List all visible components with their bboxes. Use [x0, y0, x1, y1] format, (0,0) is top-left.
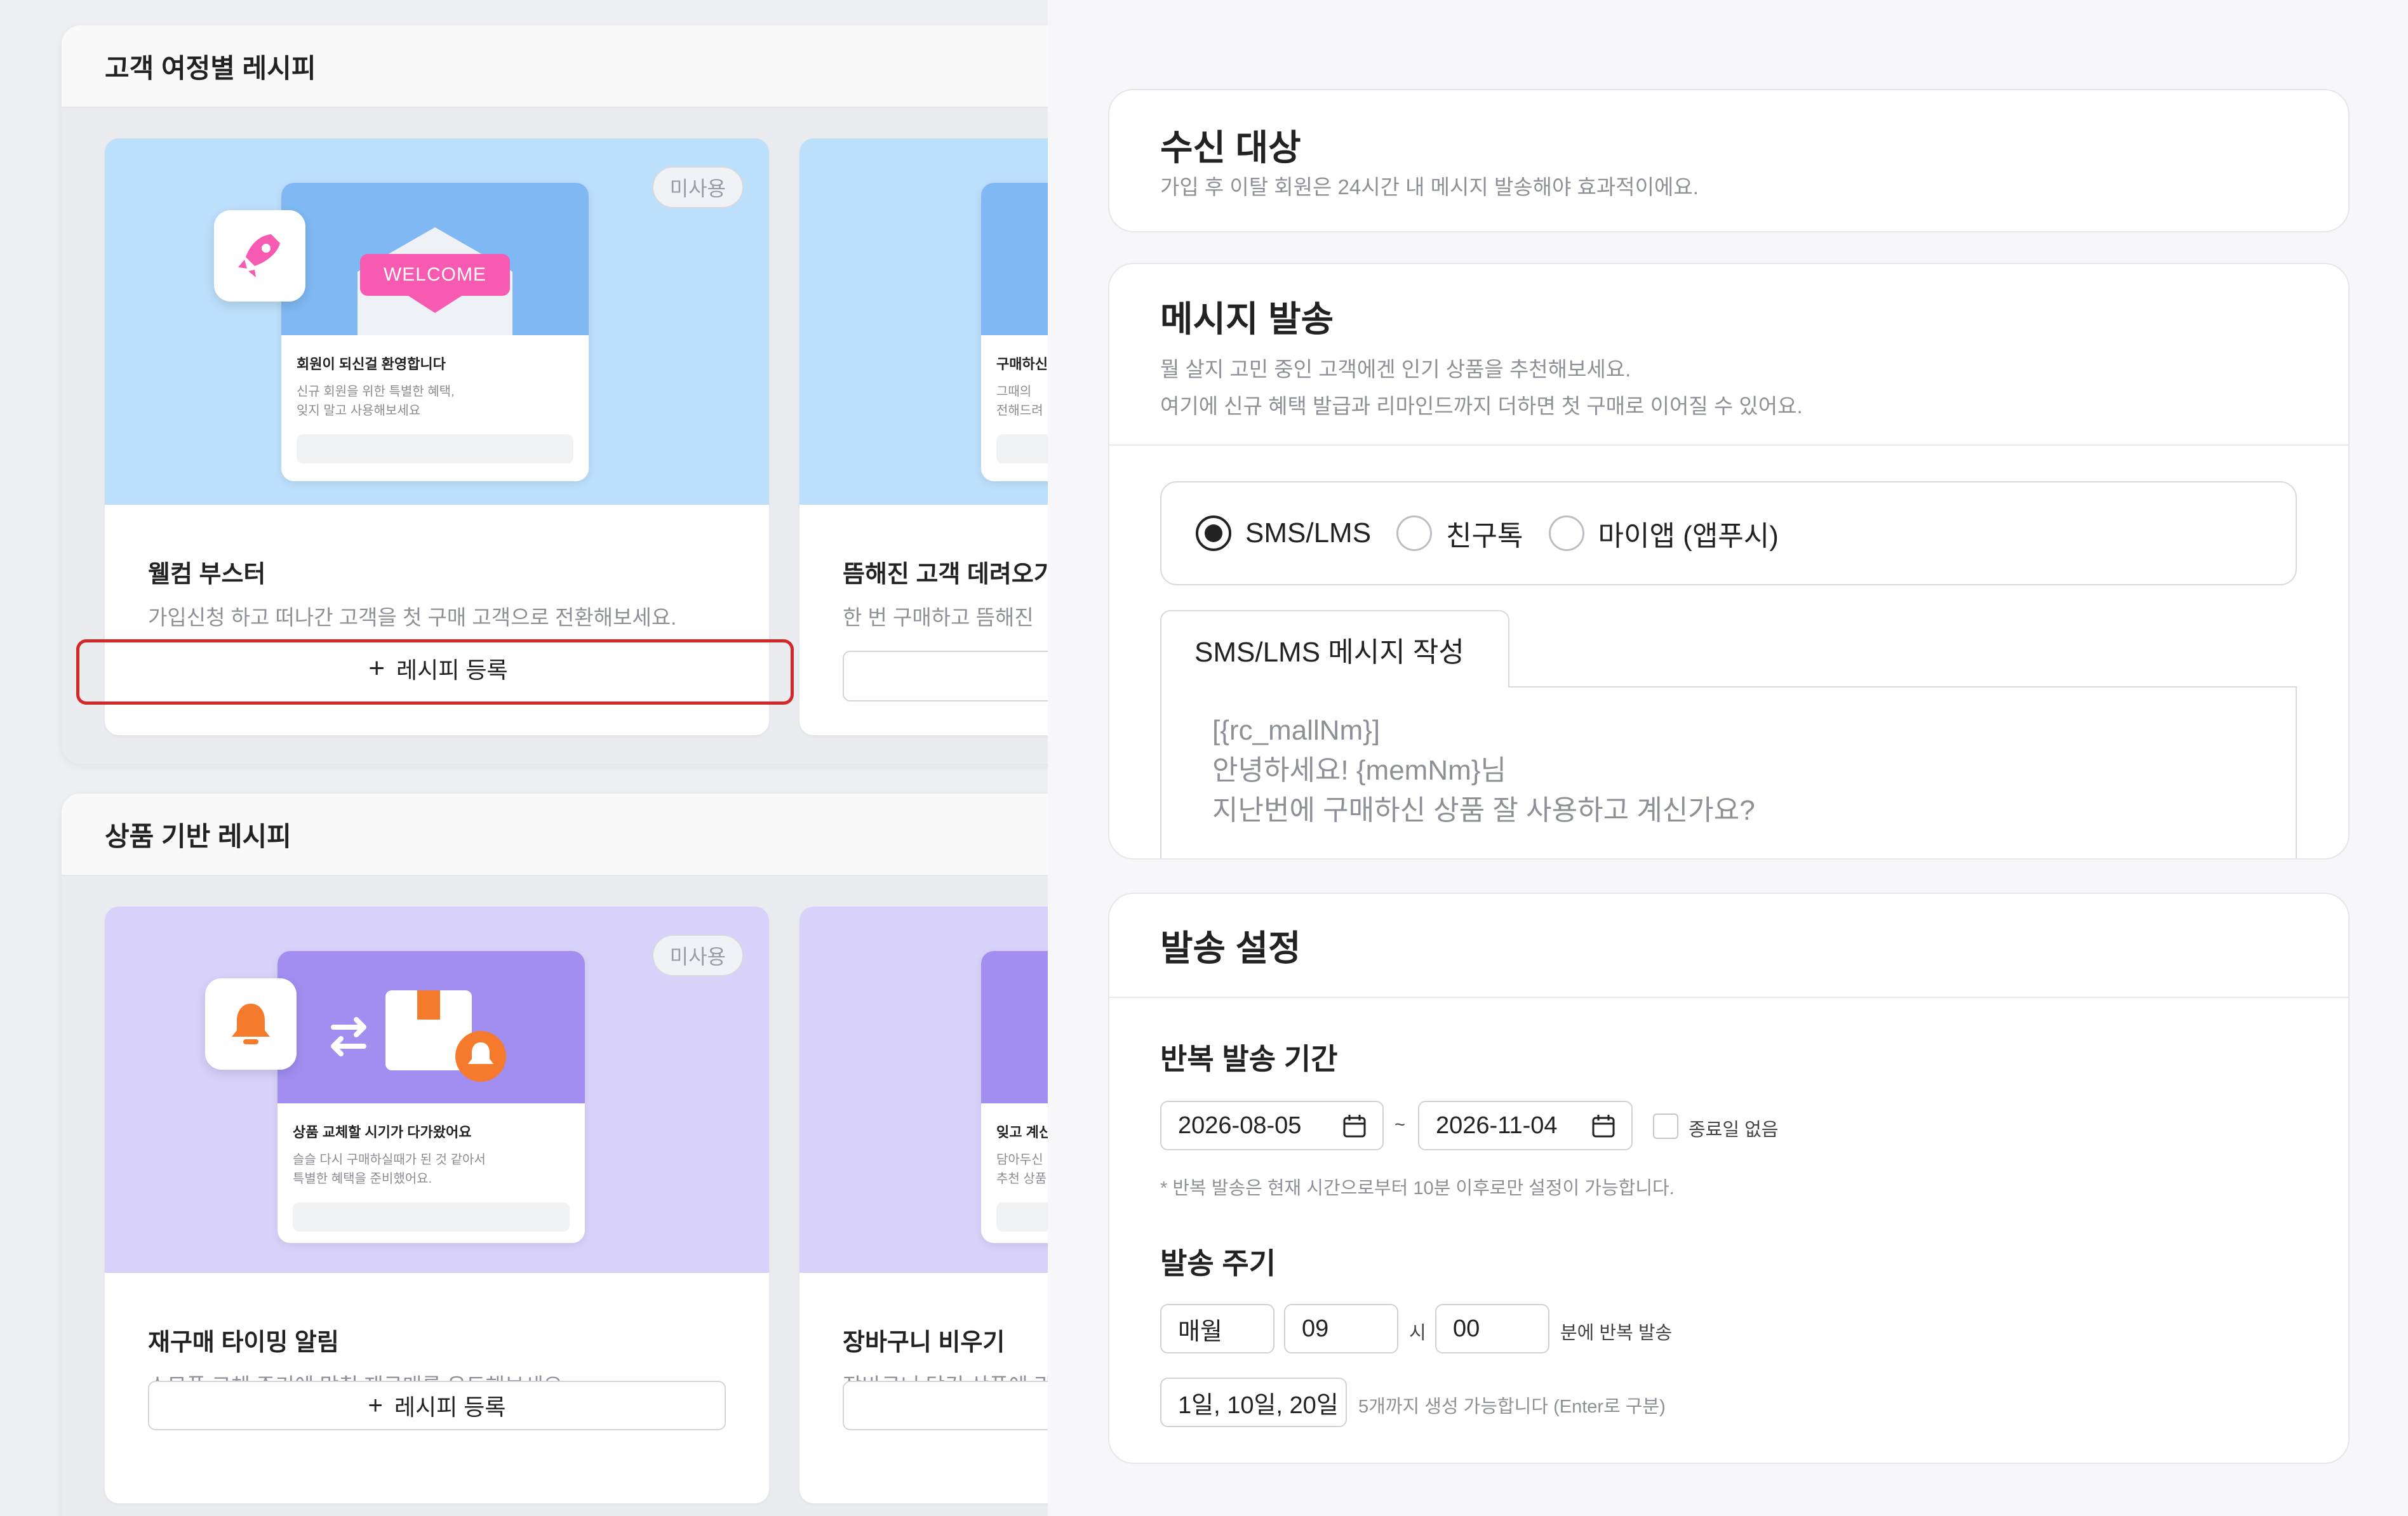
- panel-title: 메시지 발송: [1160, 299, 1334, 339]
- period-note: * 반복 발송은 현재 시간으로부터 10분 이후로만 설정이 가능합니다.: [1160, 1178, 1675, 1199]
- no-end-date-checkbox[interactable]: [1653, 1114, 1678, 1139]
- minute-input[interactable]: 00: [1435, 1304, 1549, 1353]
- mock-button-placeholder: [996, 1202, 1048, 1232]
- recipient-panel: 수신 대상 가입 후 이탈 회원은 24시간 내 메시지 발송해야 효과적이에요…: [1108, 89, 2350, 232]
- card-illustration: 잊고 계신 담아두신 추천 상품: [799, 907, 1048, 1273]
- mock-line: 특별한 혜택을 준비했어요.: [293, 1172, 432, 1186]
- mock-line: 슬슬 다시 구매하실때가 된 것 같아서: [293, 1153, 486, 1167]
- radio-selected-icon: [1196, 515, 1231, 551]
- mock-line: 잊지 말고 사용해보세요: [297, 404, 421, 418]
- recipe-settings-panel: 수신 대상 가입 후 이탈 회원은 24시간 내 메시지 발송해야 효과적이에요…: [1048, 0, 2408, 1516]
- card-illustration: 미사용: [105, 138, 769, 505]
- tab-sms-compose[interactable]: SMS/LMS 메시지 작성: [1160, 610, 1509, 688]
- message-preview-mock: 구매하신 그때의 전해드려: [981, 183, 1048, 481]
- message-preview-mock: 잊고 계신 담아두신 추천 상품: [981, 951, 1048, 1243]
- channel-radio-group: SMS/LMS 친구톡 마이앱 (앱푸시): [1160, 481, 2297, 585]
- mock-button-placeholder: [297, 434, 573, 463]
- message-preview-mock: WELCOME 회원이 되신걸 환영합니다 신규 회원을 위한 특별한 혜택, …: [281, 183, 589, 481]
- radio-unselected-icon: [1548, 515, 1584, 551]
- calendar-icon[interactable]: [1342, 1114, 1367, 1139]
- repeat-period-label: 반복 발송 기간: [1160, 1042, 1338, 1075]
- send-days-hint: 5개까지 생성 가능합니다 (Enter로 구분): [1358, 1397, 1666, 1417]
- message-panel: 메시지 발송 뭘 살지 고민 중인 고객에겐 인기 상품을 추천해보세요. 여기…: [1108, 263, 2350, 860]
- recipe-card-reorder-timing: 미사용 상품 교체할 시기가 다가왔어요 슬슬 다시 구매하실때가 된 것 같아…: [105, 907, 769, 1503]
- register-recipe-button[interactable]: + 레시피 등록: [148, 1381, 726, 1430]
- rocket-icon: [214, 210, 305, 302]
- recipe-list-panel: 고객 여정별 레시피 미사용 WELCOME 회원이 되신걸 환영합니다 신규 …: [0, 0, 1048, 1516]
- hour-suffix: 시: [1409, 1323, 1426, 1343]
- minute-value: 00: [1453, 1315, 1480, 1342]
- recipe-title: 웰컴 부스터: [148, 561, 266, 588]
- cycle-unit-value: 매월: [1178, 1318, 1222, 1345]
- start-date-value: 2026-08-05: [1178, 1112, 1302, 1139]
- send-days-input[interactable]: 1일, 10일, 20일: [1160, 1378, 1347, 1427]
- radio-unselected-icon: [1396, 515, 1433, 551]
- end-date-value: 2026-11-04: [1436, 1112, 1558, 1139]
- section-title: 고객 여정별 레시피: [62, 25, 1048, 108]
- panel-description-line: 여기에 신규 혜택 발급과 리마인드까지 더하면 첫 구매로 이어질 수 있어요…: [1160, 394, 1803, 418]
- range-separator: ~: [1395, 1115, 1405, 1135]
- mock-line: 전해드려: [996, 404, 1043, 418]
- message-line: 지난번에 구매하신 상품 잘 사용하고 계신가요?: [1212, 795, 1755, 826]
- bell-icon: [205, 978, 297, 1070]
- register-recipe-button[interactable]: [843, 651, 1048, 701]
- mock-line: 담아두신: [996, 1153, 1043, 1167]
- recipe-title: 장바구니 비우기: [843, 1329, 1005, 1356]
- recipe-title: 재구매 타이밍 알림: [148, 1329, 339, 1356]
- mock-title: 상품 교체할 시기가 다가왔어요: [293, 1124, 472, 1140]
- panel-description-line: 뭘 살지 고민 중인 고객에겐 인기 상품을 추천해보세요.: [1160, 357, 1631, 381]
- message-line: [{rc_mallNm}]: [1212, 715, 1381, 746]
- mock-title: 잊고 계신: [996, 1124, 1048, 1140]
- radio-label: SMS/LMS: [1245, 517, 1372, 549]
- section-title: 상품 기반 레시피: [62, 794, 1048, 876]
- mock-line: 신규 회원을 위한 특별한 혜택,: [297, 385, 455, 399]
- hour-value: 09: [1302, 1315, 1329, 1342]
- recipe-description: 가입신청 하고 떠나간 고객을 첫 구매 고객으로 전환해보세요.: [148, 606, 677, 629]
- plus-icon: +: [368, 1391, 383, 1420]
- recipe-card-lapsed-customer: 구매하신 그때의 전해드려 뜸해진 고객 데려오기 한 번 구매하고 뜸해진: [799, 138, 1048, 735]
- hour-input[interactable]: 09: [1284, 1304, 1398, 1353]
- start-date-input[interactable]: 2026-08-05: [1160, 1101, 1384, 1150]
- panel-title: 수신 대상: [1160, 128, 1301, 168]
- no-end-date-label: 종료일 없음: [1689, 1120, 1779, 1140]
- status-badge: 미사용: [652, 166, 744, 208]
- mock-button-placeholder: [996, 434, 1048, 463]
- minute-suffix: 분에 반복 발송: [1560, 1323, 1673, 1343]
- radio-my-app-push[interactable]: 마이앱 (앱푸시): [1548, 513, 1779, 554]
- status-badge: 미사용: [652, 934, 744, 976]
- product-recipe-section: 상품 기반 레시피 미사용 상품 교체할 시기가 다가왔어요 슬슬 다시 구매하…: [62, 794, 1048, 1516]
- recipe-card-empty-cart: 잊고 계신 담아두신 추천 상품 장바구니 비우기 장바구니 담긴 상품에 관: [799, 907, 1048, 1503]
- welcome-banner-text: WELCOME: [383, 264, 486, 285]
- mock-title: 구매하신: [996, 356, 1048, 372]
- message-preview-mock: 상품 교체할 시기가 다가왔어요 슬슬 다시 구매하실때가 된 것 같아서 특별…: [278, 951, 585, 1243]
- message-line: 안녕하세요! {memNm}님: [1212, 755, 1506, 786]
- mock-line: 추천 상품: [996, 1172, 1047, 1186]
- recipe-description: 한 번 구매하고 뜸해진: [843, 606, 1034, 629]
- cycle-unit-select[interactable]: 매월: [1160, 1304, 1274, 1353]
- panel-description: 가입 후 이탈 회원은 24시간 내 메시지 발송해야 효과적이에요.: [1160, 175, 1699, 199]
- schedule-panel: 발송 설정 반복 발송 기간 2026-08-05 ~ 2026-11-04 종…: [1108, 893, 2350, 1464]
- radio-sms-lms[interactable]: SMS/LMS: [1196, 515, 1371, 551]
- send-days-value: 1일, 10일, 20일: [1178, 1392, 1339, 1419]
- calendar-icon[interactable]: [1591, 1114, 1616, 1139]
- radio-label: 마이앱 (앱푸시): [1598, 521, 1779, 552]
- register-recipe-button[interactable]: [843, 1381, 1048, 1430]
- card-illustration: 미사용: [105, 907, 769, 1273]
- radio-label: 친구톡: [1446, 521, 1523, 552]
- mock-line: 그때의: [996, 385, 1032, 399]
- highlight-outline: [76, 639, 794, 705]
- mock-button-placeholder: [293, 1202, 570, 1232]
- panel-title: 발송 설정: [1160, 928, 1301, 968]
- end-date-input[interactable]: 2026-11-04: [1418, 1101, 1633, 1150]
- send-cycle-label: 발송 주기: [1160, 1247, 1276, 1280]
- recipe-title: 뜸해진 고객 데려오기: [843, 561, 1048, 588]
- radio-friend-talk[interactable]: 친구톡: [1396, 513, 1523, 554]
- mock-title: 회원이 되신걸 환영합니다: [297, 356, 446, 372]
- message-body-editor[interactable]: [{rc_mallNm}] 안녕하세요! {memNm}님 지난번에 구매하신 …: [1160, 686, 2297, 858]
- card-illustration: 구매하신 그때의 전해드려: [799, 138, 1048, 505]
- register-recipe-label: 레시피 등록: [394, 1394, 506, 1420]
